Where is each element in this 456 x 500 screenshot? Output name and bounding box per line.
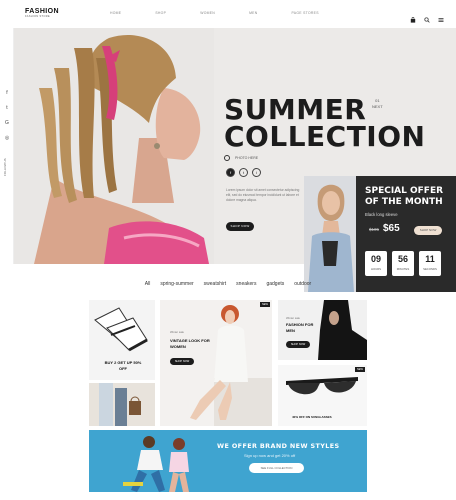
sneakers-caption: BUY 2 GET UP 50% OFF xyxy=(104,360,142,371)
filter-gadgets[interactable]: gadgets xyxy=(266,281,284,287)
banner-heading: WE OFFER BRAND NEW STYLES xyxy=(217,442,340,450)
timer-minutes: 56 MINUTES xyxy=(392,251,414,276)
sneakers-image xyxy=(94,307,148,352)
play-icon xyxy=(224,155,230,161)
play-label: PHOTO HERE xyxy=(235,156,259,160)
special-offer-card: SPECIAL OFFER OF THE MONTH Black long sl… xyxy=(304,176,456,292)
header-icons xyxy=(410,10,444,23)
men-caption: FASHION FOR MEN xyxy=(286,322,314,333)
offer-title: SPECIAL OFFER OF THE MONTH xyxy=(365,186,443,208)
filter-spring-summer[interactable]: spring-summer xyxy=(160,281,193,287)
site-header: FASHION FASHION STORE HOME SHOP WOMEN ME… xyxy=(0,0,456,28)
slide-next-label: NEXT xyxy=(372,104,383,109)
bag-card[interactable] xyxy=(89,383,155,426)
timer-hours: 09 HOURS xyxy=(365,251,387,276)
offer-subtitle: Black long sleeve xyxy=(365,212,398,217)
hero-title: SUMMER COLLECTION xyxy=(224,93,426,153)
sunglasses-caption: 40% OFF ON SUNGLASSES xyxy=(292,415,332,419)
new-price: $65 xyxy=(383,223,400,234)
offer-title-line1: SPECIAL OFFER xyxy=(365,186,444,196)
offer-model-image xyxy=(304,176,356,292)
men-shop-button[interactable]: SHOP NOW xyxy=(286,341,310,348)
see-full-collection-button[interactable]: SEE FULL COLLECTION xyxy=(249,463,304,473)
vintage-card[interactable]: Winter sale VINTAGE LOOK FOR WOMEN SHOP … xyxy=(160,300,272,426)
filter-outdoor[interactable]: outdoor xyxy=(294,281,311,287)
hero-description: Lorem ipsum dolor sit amet consectetur a… xyxy=(226,188,300,202)
men-small-label: Winter sale xyxy=(286,316,300,320)
hero-title-line1: SUMMER xyxy=(224,93,367,126)
men-card[interactable]: Winter sale FASHION FOR MEN SHOP NOW xyxy=(278,300,367,360)
instagram-icon[interactable]: i xyxy=(252,168,261,177)
hero-section: SUMMER COLLECTION 01 NEXT PHOTO HERE f t… xyxy=(0,28,456,292)
timer-hours-unit: HOURS xyxy=(370,267,382,271)
vintage-small-label: Winter sale xyxy=(170,330,184,334)
timer-seconds-unit: SECONDS xyxy=(423,267,437,271)
google-icon[interactable]: G xyxy=(4,120,10,126)
hero-carousel-dots: f t i xyxy=(226,168,261,177)
main-nav: HOME SHOP WOMEN MEN PAGE STORES xyxy=(110,11,353,15)
instagram-icon[interactable]: ◎ xyxy=(4,135,10,141)
vintage-caption: VINTAGE LOOK FOR WOMEN xyxy=(170,338,210,349)
facebook-icon[interactable]: f xyxy=(4,90,10,96)
sunglasses-image xyxy=(286,377,358,395)
old-price: $105 xyxy=(369,227,380,232)
category-filters: All spring-summer sweatshirt sneakers ga… xyxy=(0,281,456,287)
logo-title: FASHION xyxy=(25,8,59,15)
menu-icon[interactable] xyxy=(438,10,444,22)
timer-hours-value: 09 xyxy=(370,254,381,264)
nav-item-men[interactable]: MEN xyxy=(249,11,257,15)
site-logo[interactable]: FASHION FASHION STORE xyxy=(25,8,59,19)
logo-subtitle: FASHION STORE xyxy=(25,15,50,18)
hero-shop-now-button[interactable]: SHOP NOW xyxy=(226,222,254,231)
sunglasses-card[interactable]: 40% OFF ON SUNGLASSES NEW xyxy=(278,365,367,426)
timer-seconds: 11 SECONDS xyxy=(419,251,441,276)
nav-item-women[interactable]: WOMEN xyxy=(200,11,215,15)
filter-all[interactable]: All xyxy=(145,281,151,287)
bag-icon[interactable] xyxy=(410,10,416,23)
countdown-timer: 09 HOURS 56 MINUTES 11 SECONDS xyxy=(365,251,441,276)
timer-minutes-unit: MINUTES xyxy=(396,267,410,271)
filter-sneakers[interactable]: sneakers xyxy=(236,281,256,287)
nav-item-stores[interactable]: PAGE STORES xyxy=(292,11,319,15)
banner-image xyxy=(123,436,189,492)
offer-title-line2: OF THE MONTH xyxy=(365,197,443,207)
facebook-icon[interactable]: f xyxy=(226,168,235,177)
follow-us-label: FOLLOW US xyxy=(3,158,7,176)
hero-model-image xyxy=(14,28,214,264)
filter-sweatshirt[interactable]: sweatshirt xyxy=(204,281,227,287)
nav-item-shop[interactable]: SHOP xyxy=(155,11,166,15)
banner-subtitle: Sign up now and get 20% off xyxy=(244,453,296,458)
new-badge: NEW xyxy=(354,367,365,372)
bag-image xyxy=(99,383,141,426)
hero-title-line2: COLLECTION xyxy=(224,120,426,153)
slide-indicator[interactable]: 01 NEXT xyxy=(372,98,383,110)
sneakers-card[interactable]: BUY 2 GET UP 50% OFF xyxy=(89,300,155,380)
search-icon[interactable] xyxy=(424,10,430,23)
timer-seconds-value: 11 xyxy=(425,254,435,264)
vintage-shop-button[interactable]: SHOP NOW xyxy=(170,358,194,365)
offer-shop-now-button[interactable]: SHOP NOW xyxy=(414,226,442,235)
social-sidebar: f t G ◎ FOLLOW US xyxy=(0,28,14,264)
promo-banner: WE OFFER BRAND NEW STYLES Sign up now an… xyxy=(89,430,367,492)
new-badge: NEW xyxy=(259,302,270,307)
hero-video-link[interactable]: PHOTO HERE xyxy=(224,155,258,161)
nav-item-home[interactable]: HOME xyxy=(110,11,121,15)
timer-minutes-value: 56 xyxy=(397,254,408,264)
twitter-icon[interactable]: t xyxy=(239,168,248,177)
twitter-icon[interactable]: t xyxy=(4,105,10,111)
